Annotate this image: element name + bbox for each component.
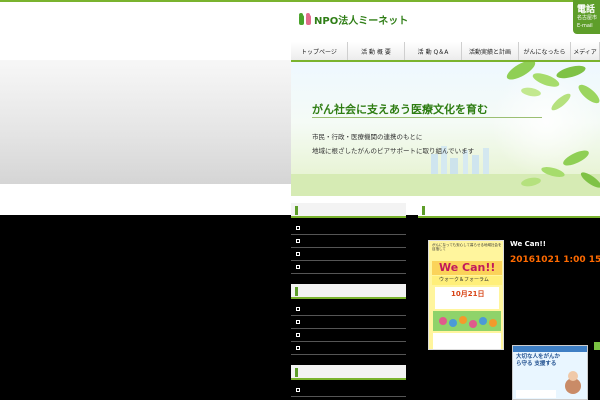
poster-subtitle: ウォーク＆フォーラム — [439, 277, 489, 283]
event-poster-we-can[interactable]: がんになっても安心して暮らせる地域社会を目指して We Can!! ウォーク＆フ… — [428, 240, 504, 350]
hero-line-1: 市民・行政・医療機関の連携のもとに — [312, 133, 423, 141]
scroll-marker — [594, 342, 600, 350]
left-strip — [0, 184, 291, 215]
people-logo-icon — [299, 12, 312, 26]
nav-item-results[interactable]: 活動実績と計画 — [462, 42, 519, 60]
logo-prefix: NPO法人 — [314, 15, 359, 27]
sidebar-box-1-header — [291, 203, 406, 218]
hero-banner: がん社会に支えあう医療文化を育む 市民・行政・医療機関の連携のもとに 地域に根ざ… — [291, 62, 600, 196]
news-title[interactable]: We Can!! — [510, 240, 546, 248]
nav-item-top[interactable]: トップページ — [291, 42, 348, 60]
sidebar-link[interactable] — [291, 222, 406, 235]
header-left-band — [0, 60, 291, 184]
email-label[interactable]: E-mail — [577, 23, 593, 29]
bullet-icon — [296, 388, 300, 392]
nav-item-cancer[interactable]: がんになったら — [519, 42, 571, 60]
hero-title-underline — [312, 117, 542, 118]
sidebar-link[interactable] — [291, 303, 406, 316]
sidebar-box-2-header — [291, 284, 406, 299]
sidebar-link[interactable] — [291, 342, 406, 355]
heading-marker — [295, 368, 298, 377]
logo-name: ミーネット — [358, 15, 409, 27]
news-date: 20161021 1:00 15:30 — [510, 255, 600, 265]
hero-background-illustration — [291, 62, 600, 196]
heading-marker — [295, 287, 298, 296]
sidebar-link[interactable] — [291, 235, 406, 248]
bullet-icon — [296, 239, 300, 243]
sidebar-link[interactable] — [291, 384, 406, 397]
sidebar-link[interactable] — [291, 261, 406, 274]
heading-marker — [422, 206, 425, 215]
heading-marker — [295, 206, 298, 215]
sidebar-link[interactable] — [291, 329, 406, 342]
poster-2-text: 大切な人をがんから守る 支援する — [516, 354, 561, 367]
hero-title: がん社会に支えあう医療文化を育む — [312, 103, 488, 116]
event-poster-2[interactable]: 大切な人をがんから守る 支援する — [512, 345, 588, 400]
poster-top-text: がんになっても安心して暮らせる地域社会を目指して — [432, 243, 502, 251]
main-section-header — [418, 203, 600, 218]
bullet-icon — [296, 265, 300, 269]
global-nav: トップページ 活 動 概 要 活 動 Q＆A 活動実績と計画 がんになったら メ… — [291, 42, 600, 62]
poster-headline: We Can!! — [439, 261, 496, 274]
header: NPO法人 ミーネット — [0, 2, 600, 42]
hero-line-2: 地域に根ざしたがんのピアサポートに取り組んでいます — [312, 147, 475, 155]
bullet-icon — [296, 252, 300, 256]
contact-box[interactable]: 電話 名古屋市 E-mail — [573, 0, 600, 34]
tel-label: 電話 — [577, 5, 596, 15]
bullet-icon — [296, 320, 300, 324]
sidebar-link[interactable] — [291, 248, 406, 261]
nav-item-media[interactable]: メディア — [571, 42, 600, 60]
sidebar-box-3-header — [291, 365, 406, 380]
bullet-icon — [296, 333, 300, 337]
address-snippet: 名古屋市 — [577, 15, 598, 21]
sidebar-link[interactable] — [291, 316, 406, 329]
bullet-icon — [296, 307, 300, 311]
nav-item-qa[interactable]: 活 動 Q＆A — [405, 42, 462, 60]
nav-item-overview[interactable]: 活 動 概 要 — [348, 42, 405, 60]
site-logo[interactable]: NPO法人 ミーネット — [299, 11, 408, 27]
bullet-icon — [296, 346, 300, 350]
bullet-icon — [296, 226, 300, 230]
poster-date: 10月21日 — [451, 290, 485, 298]
